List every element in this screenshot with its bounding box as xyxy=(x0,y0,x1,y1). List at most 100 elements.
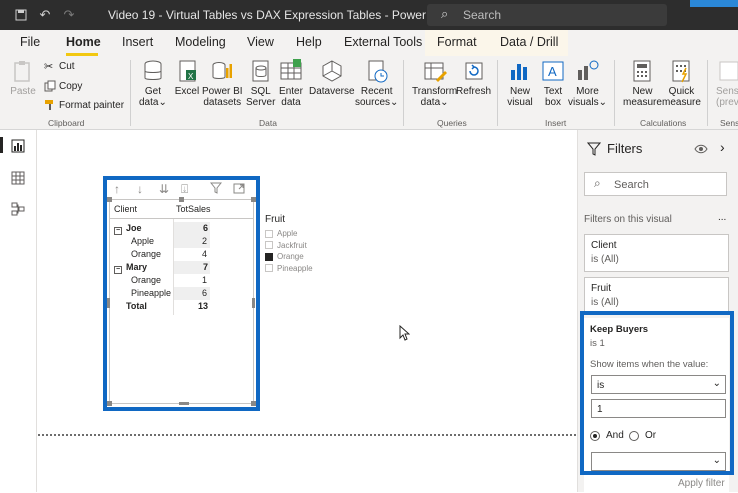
tab-help[interactable]: Help xyxy=(296,35,322,49)
power-bi-label-1: Power BI xyxy=(202,86,243,97)
filter-card-value: is (All) xyxy=(591,254,619,265)
slicer-item[interactable]: Jackfruit xyxy=(265,240,345,252)
chevron-right-icon[interactable]: › xyxy=(720,139,725,155)
tab-home[interactable]: Home xyxy=(66,35,101,49)
group-label-insert: Insert xyxy=(545,118,567,128)
filter-card-fruit[interactable]: Fruit is (All) xyxy=(584,277,729,315)
checkbox-icon xyxy=(265,241,273,250)
tab-modeling[interactable]: Modeling xyxy=(175,35,226,49)
slicer-item[interactable]: Pineapple xyxy=(265,263,345,275)
svg-text:A: A xyxy=(548,64,557,79)
cut-button[interactable]: ✂ Cut xyxy=(44,60,75,74)
title-bar: ↶ ↷ Video 19 - Virtual Tables vs DAX Exp… xyxy=(0,0,738,30)
slicer-item-label: Jackfruit xyxy=(277,240,307,250)
tab-view[interactable]: View xyxy=(247,35,274,49)
more-visuals-button[interactable]: More visuals⌄ xyxy=(568,58,607,108)
more-visuals-label-2: visuals⌄ xyxy=(568,97,607,108)
power-bi-datasets-button[interactable]: Power BI datasets xyxy=(202,58,243,108)
more-visuals-label-1: More xyxy=(576,86,599,97)
global-search-label: Search xyxy=(463,8,502,22)
ribbon-separator xyxy=(403,60,404,126)
sensitivity-label-1: Sensi xyxy=(716,86,738,97)
text-box-icon: A xyxy=(542,61,564,81)
slicer-item-label: Apple xyxy=(277,229,298,239)
undo-icon[interactable]: ↶ xyxy=(36,6,54,24)
search-icon: ⌕ xyxy=(441,6,449,21)
sensitivity-icon xyxy=(719,61,738,81)
excel-button[interactable]: X Excel xyxy=(174,58,200,97)
new-visual-button[interactable]: New visual xyxy=(507,58,533,108)
global-search[interactable]: ⌕ Search xyxy=(427,4,667,26)
calculator-icon xyxy=(633,60,651,82)
filters-section-title: Filters on this visual xyxy=(584,214,672,225)
transform-label-1: Transform xyxy=(412,86,458,97)
highlight-frame xyxy=(580,311,734,475)
get-data-button[interactable]: Get data⌄ xyxy=(139,58,167,108)
copy-label: Copy xyxy=(59,80,83,92)
paste-button[interactable]: Paste xyxy=(10,58,36,97)
account-indicator[interactable] xyxy=(690,0,738,7)
copy-button[interactable]: Copy xyxy=(44,80,82,92)
checkbox-icon xyxy=(265,264,273,273)
brush-icon xyxy=(44,99,56,111)
dataset-icon xyxy=(212,62,233,79)
filter-card-client[interactable]: Client is (All) xyxy=(584,234,729,272)
excel-label: Excel xyxy=(174,86,200,97)
slicer-item-label: Pineapple xyxy=(277,263,313,273)
sql-icon xyxy=(252,60,269,82)
dataverse-icon xyxy=(322,60,342,82)
data-view-icon[interactable] xyxy=(11,171,25,185)
transform-label-2: data⌄ xyxy=(420,97,449,108)
format-painter-button[interactable]: Format painter xyxy=(44,99,124,111)
model-view-icon[interactable] xyxy=(11,202,25,216)
transform-data-button[interactable]: Transform data⌄ xyxy=(412,58,457,108)
text-box-button[interactable]: A Text box xyxy=(540,58,566,108)
power-bi-label-2: datasets xyxy=(203,97,242,108)
text-box-label-2: box xyxy=(544,97,562,108)
eye-icon[interactable] xyxy=(694,143,708,155)
filters-title: Filters xyxy=(607,141,643,156)
ribbon-separator xyxy=(497,60,498,126)
slicer-item[interactable]: Orange xyxy=(265,251,345,263)
slicer-item[interactable]: Apple xyxy=(265,228,345,240)
ribbon-separator xyxy=(614,60,615,126)
tab-external-tools[interactable]: External Tools xyxy=(344,35,422,49)
filters-search-input[interactable]: ⌕ Search xyxy=(584,172,727,196)
enter-data-button[interactable]: Enter data xyxy=(278,58,304,108)
dataverse-button[interactable]: Dataverse xyxy=(309,58,355,97)
filter-icon xyxy=(587,142,601,156)
cut-label: Cut xyxy=(59,60,75,72)
sensitivity-button[interactable]: Sensi (previ xyxy=(716,58,738,108)
sql-label-2: Server xyxy=(246,97,276,108)
checkbox-checked-icon xyxy=(265,252,273,261)
tab-file[interactable]: File xyxy=(20,35,40,49)
paste-icon xyxy=(14,61,30,82)
new-visual-label-2: visual xyxy=(507,97,533,108)
format-painter-label: Format painter xyxy=(59,99,125,111)
tab-insert[interactable]: Insert xyxy=(122,35,153,49)
quick-measure-label-1: Quick xyxy=(668,86,695,97)
get-data-label-2: data⌄ xyxy=(139,97,167,108)
quick-measure-button[interactable]: Quick measure xyxy=(662,58,701,108)
report-view-icon[interactable] xyxy=(11,139,25,153)
filter-card-name: Fruit xyxy=(591,283,611,294)
more-options-icon[interactable]: ... xyxy=(718,212,726,223)
filters-search-placeholder: Search xyxy=(614,179,649,191)
checkbox-icon xyxy=(265,229,273,238)
tab-format[interactable]: Format xyxy=(425,30,488,56)
view-switcher xyxy=(0,130,37,492)
save-icon[interactable] xyxy=(12,6,30,24)
refresh-button[interactable]: Refresh xyxy=(456,58,491,97)
new-measure-button[interactable]: New measure xyxy=(623,58,662,108)
recent-sources-button[interactable]: Recent sources⌄ xyxy=(355,58,398,108)
paste-label: Paste xyxy=(10,86,36,97)
ribbon-separator xyxy=(707,60,708,126)
slicer-item-label: Orange xyxy=(277,252,304,262)
tab-data-drill[interactable]: Data / Drill xyxy=(488,30,568,56)
redo-icon[interactable]: ↷ xyxy=(60,6,78,24)
filter-card-name: Client xyxy=(591,240,617,251)
scissors-icon: ✂ xyxy=(44,61,54,73)
sql-server-button[interactable]: SQL Server xyxy=(246,58,275,108)
apply-filter-button[interactable]: Apply filter xyxy=(678,478,725,489)
recent-sources-icon xyxy=(368,60,388,83)
